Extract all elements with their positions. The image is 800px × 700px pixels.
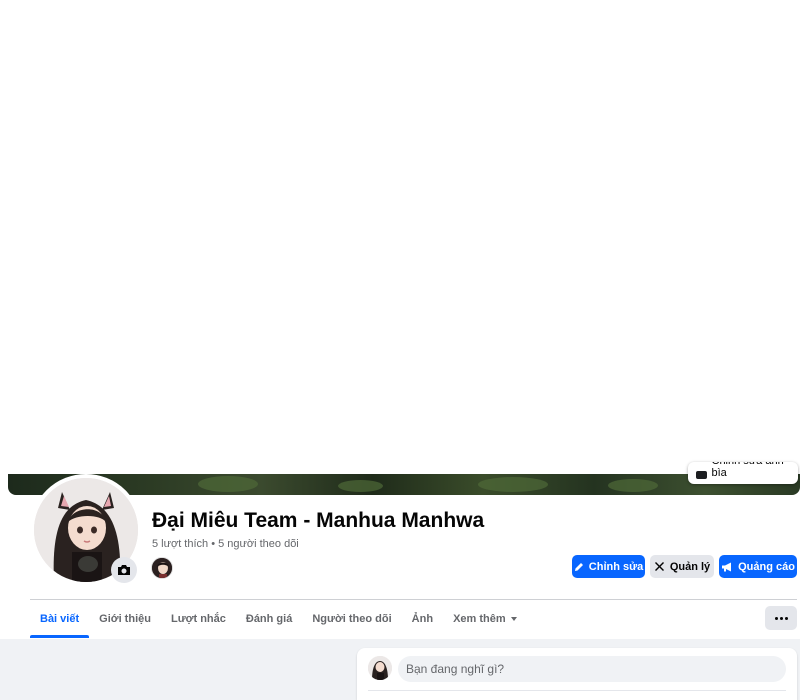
composer-avatar[interactable]: [368, 656, 392, 680]
more-dots-icon: [774, 616, 788, 620]
composer-input[interactable]: Bạn đang nghĩ gì?: [398, 656, 786, 682]
composer-divider: [368, 690, 786, 691]
megaphone-icon: [722, 562, 732, 571]
tab-posts[interactable]: Bài viết: [30, 600, 90, 638]
page-title: Đại Miêu Team - Manhua Manhwa: [152, 509, 485, 532]
camera-icon: [118, 565, 130, 575]
follower-avatar[interactable]: [151, 557, 173, 579]
manage-label: Quản lý: [669, 560, 711, 573]
more-options-button[interactable]: [765, 606, 797, 630]
pencil-icon: [574, 562, 583, 571]
caret-down-icon: [510, 617, 517, 621]
edit-cover-button[interactable]: Chỉnh sửa ảnh bìa: [688, 462, 798, 484]
wrench-icon: [654, 562, 664, 571]
page-tabs: Bài viết Giới thiệu Lượt nhắc Đánh giá N…: [30, 600, 527, 638]
promote-ads-label: Quảng cáo: [738, 560, 795, 573]
page-stats[interactable]: 5 lượt thích • 5 người theo dõi: [152, 538, 299, 550]
tab-photos[interactable]: Ảnh: [402, 600, 443, 638]
tab-reviews[interactable]: Đánh giá: [236, 600, 302, 638]
post-composer: Bạn đang nghĩ gì?: [357, 648, 797, 700]
facebook-page-profile: Chỉnh sửa ảnh bìa Đại Miêu Team - Manhua…: [0, 0, 800, 700]
manage-button[interactable]: Quản lý: [650, 555, 714, 578]
update-profile-picture-button[interactable]: [111, 557, 137, 583]
tab-more[interactable]: Xem thêm: [443, 600, 527, 638]
edit-cover-label: Chỉnh sửa ảnh bìa: [711, 462, 784, 479]
camera-icon: [696, 471, 707, 479]
promote-ads-button[interactable]: Quảng cáo: [719, 555, 797, 578]
edit-page-button[interactable]: Chỉnh sửa: [572, 555, 645, 578]
edit-page-label: Chỉnh sửa: [588, 560, 644, 573]
tab-about[interactable]: Giới thiệu: [89, 600, 161, 638]
tab-mentions[interactable]: Lượt nhắc: [161, 600, 236, 638]
tab-followers[interactable]: Người theo dõi: [302, 600, 401, 638]
